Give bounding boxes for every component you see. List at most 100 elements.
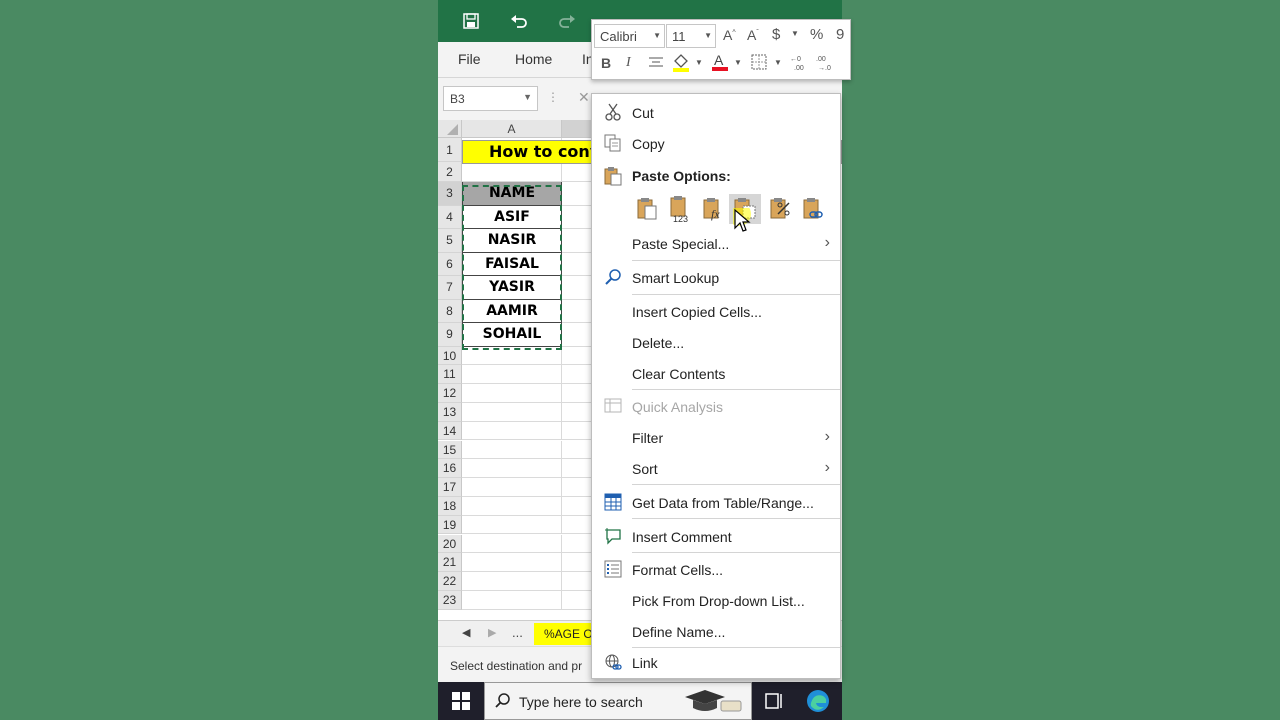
- cell-b[interactable]: [562, 323, 592, 347]
- paste-formulas-icon[interactable]: fx: [698, 194, 728, 224]
- row-header[interactable]: 17: [438, 478, 462, 497]
- column-header-a[interactable]: A: [462, 120, 562, 138]
- row-header[interactable]: 1: [438, 138, 462, 162]
- menu-item-define-name[interactable]: Define Name...: [592, 616, 840, 646]
- menu-item-link[interactable]: Link: [592, 647, 840, 677]
- row-header[interactable]: 16: [438, 459, 462, 479]
- cell-a[interactable]: [462, 515, 562, 535]
- cell-b[interactable]: [562, 229, 592, 253]
- menu-item-copy[interactable]: Copy: [592, 128, 840, 158]
- cell-b[interactable]: [562, 441, 592, 460]
- paste-icon[interactable]: [632, 194, 662, 224]
- menu-item-pick-from-list[interactable]: Pick From Drop-down List...: [592, 585, 840, 615]
- cell-b[interactable]: [562, 478, 592, 497]
- cell-a[interactable]: [462, 421, 562, 441]
- grow-font-icon[interactable]: A^: [723, 27, 736, 43]
- menu-item-clear-contents[interactable]: Clear Contents: [592, 358, 840, 388]
- cell-a[interactable]: ASIF: [462, 205, 562, 229]
- row-header[interactable]: 3: [438, 182, 462, 206]
- cell-b[interactable]: [562, 497, 592, 516]
- chevron-down-icon[interactable]: ▼: [695, 58, 703, 67]
- bold-icon[interactable]: B: [601, 55, 611, 71]
- cell-b[interactable]: [562, 403, 592, 422]
- fill-color-icon[interactable]: [672, 53, 690, 76]
- cell-b[interactable]: [562, 276, 592, 300]
- comma-style-icon[interactable]: 9: [836, 26, 844, 43]
- menu-item-insert-copied-cells[interactable]: Insert Copied Cells...: [592, 296, 840, 326]
- row-header[interactable]: 8: [438, 299, 462, 323]
- row-header[interactable]: 10: [438, 346, 462, 366]
- menu-item-delete[interactable]: Delete...: [592, 327, 840, 357]
- cell-b[interactable]: [562, 300, 592, 323]
- scroll-right-icon[interactable]: ▶: [488, 626, 496, 639]
- row-header[interactable]: 9: [438, 323, 462, 347]
- cell-b[interactable]: [562, 347, 592, 366]
- align-center-icon[interactable]: [648, 56, 664, 73]
- cell-a[interactable]: FAISAL: [462, 252, 562, 276]
- cell-a[interactable]: YASIR: [462, 276, 562, 300]
- cell-a[interactable]: [462, 553, 562, 573]
- menu-item-smart-lookup[interactable]: Smart Lookup: [592, 262, 840, 292]
- chevron-down-icon[interactable]: ▼: [791, 29, 799, 38]
- menu-item-get-data[interactable]: Get Data from Table/Range...: [592, 487, 840, 517]
- row-header[interactable]: 6: [438, 252, 462, 276]
- chevron-down-icon[interactable]: ▼: [774, 58, 782, 67]
- cell-a[interactable]: [462, 496, 562, 516]
- cell-a[interactable]: NAME: [462, 182, 562, 206]
- italic-icon[interactable]: I: [626, 55, 631, 71]
- cell-b[interactable]: [562, 365, 592, 385]
- row-header[interactable]: 7: [438, 276, 462, 300]
- chevron-down-icon[interactable]: ▼: [734, 58, 742, 67]
- paste-values-icon[interactable]: 123: [665, 194, 695, 224]
- undo-icon[interactable]: [507, 9, 531, 33]
- row-header[interactable]: 20: [438, 534, 462, 554]
- redo-icon[interactable]: [555, 9, 579, 33]
- cell-a[interactable]: [462, 478, 562, 497]
- cell-a[interactable]: [462, 384, 562, 403]
- cell-b[interactable]: [562, 535, 592, 554]
- tab-file[interactable]: File: [458, 51, 481, 67]
- cell-a[interactable]: AAMIR: [462, 299, 562, 323]
- percent-icon[interactable]: %: [810, 26, 823, 43]
- menu-item-sort[interactable]: Sort ›: [592, 453, 840, 483]
- tab-home[interactable]: Home: [515, 51, 552, 67]
- cell-a[interactable]: [462, 162, 562, 182]
- cell-b[interactable]: [562, 253, 592, 276]
- shrink-font-icon[interactable]: Aˇ: [747, 27, 759, 43]
- task-view-icon[interactable]: [764, 692, 784, 715]
- cell-a[interactable]: [462, 346, 562, 366]
- windows-start-icon[interactable]: [452, 692, 470, 715]
- cancel-entry-icon[interactable]: ✕: [578, 89, 590, 106]
- cell-b[interactable]: [562, 182, 592, 206]
- menu-item-filter[interactable]: Filter ›: [592, 422, 840, 452]
- row-header[interactable]: 15: [438, 440, 462, 460]
- column-header-b[interactable]: [562, 120, 592, 138]
- borders-icon[interactable]: [751, 54, 767, 73]
- row-header[interactable]: 21: [438, 553, 462, 573]
- cell-a[interactable]: [462, 365, 562, 385]
- edge-browser-icon[interactable]: [806, 689, 830, 718]
- cell-a[interactable]: [462, 534, 562, 554]
- taskbar-search-box[interactable]: Type here to search: [484, 682, 752, 720]
- cell-b[interactable]: [562, 206, 592, 229]
- cell-a[interactable]: SOHAIL: [462, 323, 562, 347]
- font-size-dropdown[interactable]: 11 ▼: [666, 24, 716, 48]
- menu-item-cut[interactable]: Cut: [592, 97, 840, 127]
- cell-b[interactable]: [562, 516, 592, 535]
- cell-a[interactable]: NASIR: [462, 229, 562, 253]
- cell-a[interactable]: [462, 572, 562, 591]
- font-color-icon[interactable]: A: [711, 52, 729, 75]
- paste-transpose-icon[interactable]: [765, 194, 795, 224]
- row-header[interactable]: 2: [438, 162, 462, 182]
- more-sheets-button[interactable]: ...: [512, 625, 523, 640]
- menu-item-insert-comment[interactable]: Insert Comment: [592, 521, 840, 551]
- cell-b[interactable]: [562, 422, 592, 441]
- cell-b[interactable]: [562, 591, 592, 610]
- row-header[interactable]: 5: [438, 229, 462, 253]
- cell-a[interactable]: [462, 402, 562, 422]
- font-name-dropdown[interactable]: Calibri ▼: [594, 24, 665, 48]
- row-header[interactable]: 23: [438, 590, 462, 610]
- cell-b[interactable]: [562, 553, 592, 573]
- increase-decimal-icon[interactable]: ←0.00: [790, 53, 808, 76]
- cell-b[interactable]: [562, 572, 592, 591]
